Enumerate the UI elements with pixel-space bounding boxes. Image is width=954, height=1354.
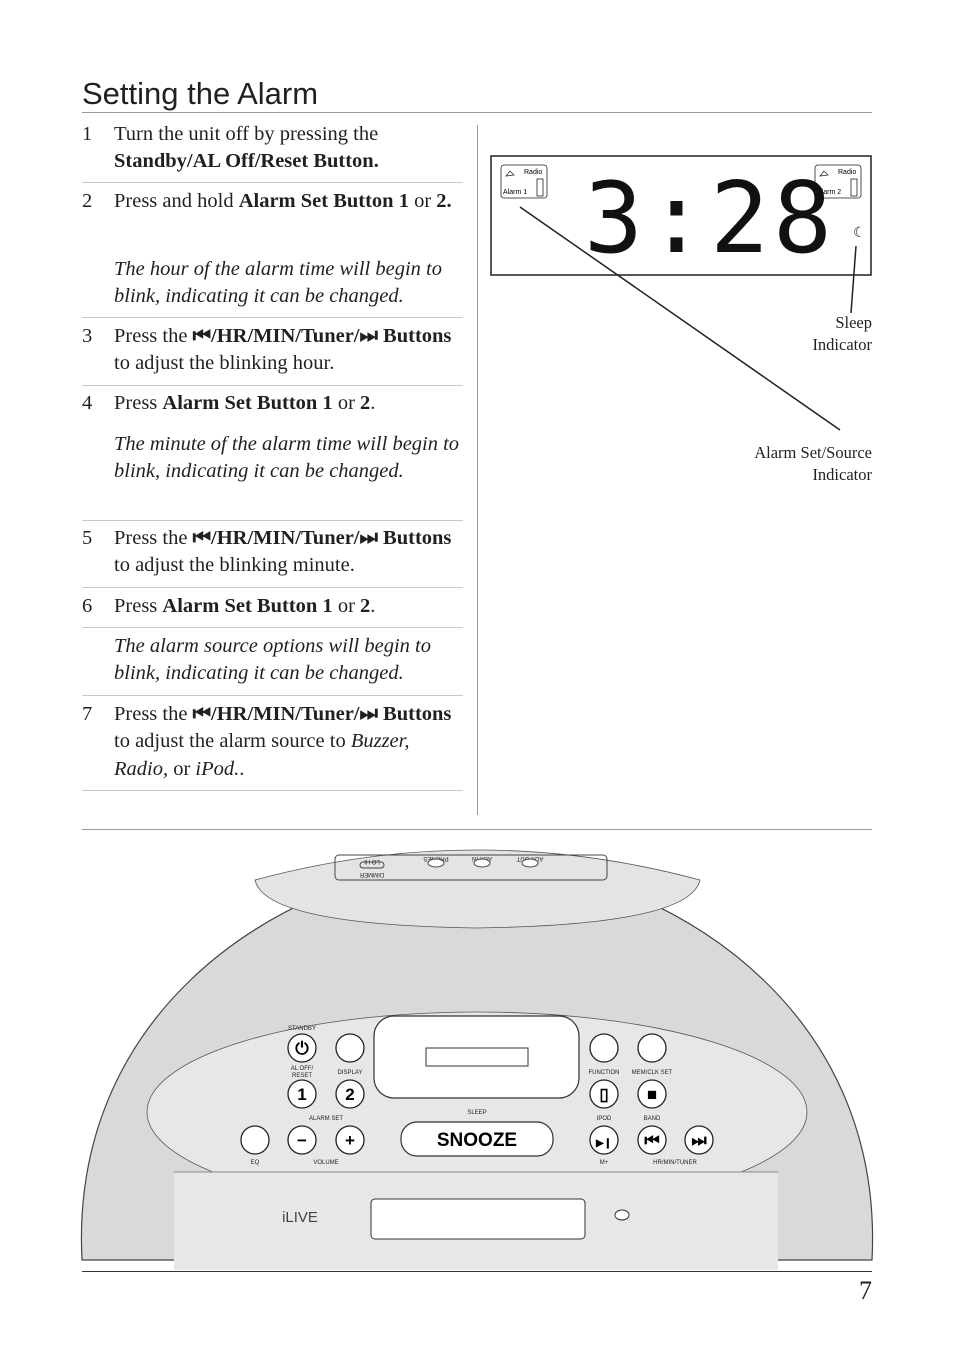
eq-button[interactable]: [240, 1125, 270, 1155]
device-label: SNOOZE: [437, 1130, 517, 1151]
device-label: M+: [600, 1160, 609, 1166]
mem-clk-set-button[interactable]: [637, 1033, 667, 1063]
device-label: AL OFF/: [291, 1066, 314, 1072]
standby-glyph: ⏻: [295, 1039, 309, 1058]
device-illustration: LO HI DIMMER PHONES AUX IN AUX OUT SNOOZ…: [80, 849, 874, 1270]
device-label: FUNCTION: [589, 1070, 620, 1076]
device-label: MEM/CLK SET: [632, 1070, 673, 1076]
device-label: HR/MIN/TUNER: [653, 1160, 697, 1166]
device-label: DIMMER: [359, 871, 384, 877]
alarm-set-2-glyph: 2: [345, 1085, 354, 1104]
device-label: VOLUME: [313, 1160, 338, 1166]
play-pause-glyph: ▶❙: [595, 1138, 612, 1149]
next-glyph: ⏭: [691, 1131, 707, 1150]
display-button[interactable]: [335, 1033, 365, 1063]
function-button[interactable]: [589, 1033, 619, 1063]
page-number: 7: [859, 1276, 872, 1305]
device-label: RESET: [292, 1073, 312, 1079]
device-label: ALARM SET: [309, 1116, 343, 1122]
device-label: SLEEP: [467, 1110, 486, 1116]
ipod-glyph: ▯: [599, 1085, 608, 1104]
band-glyph: ■: [647, 1085, 657, 1104]
footer-rule: [82, 1271, 872, 1272]
device-label: LO HI: [364, 858, 380, 864]
ilive-logo: iLIVE: [282, 1209, 318, 1226]
alarm-set-1-glyph: 1: [297, 1085, 306, 1104]
volume-down-glyph: −: [297, 1131, 307, 1150]
prev-glyph: ⏮: [644, 1131, 659, 1150]
volume-up-glyph: +: [345, 1131, 355, 1150]
device-label: BAND: [644, 1116, 661, 1122]
device-label: DISPLAY: [338, 1070, 363, 1076]
device-label: IPOD: [597, 1116, 612, 1122]
device-label: STANDBY: [288, 1026, 316, 1032]
device-label: EQ: [251, 1160, 260, 1166]
